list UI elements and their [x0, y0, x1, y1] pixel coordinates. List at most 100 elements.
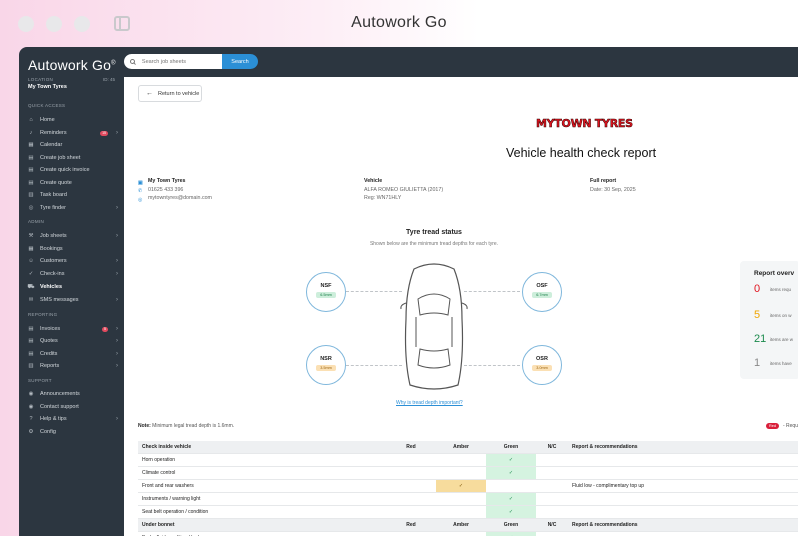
company-name: My Town Tyres [148, 178, 186, 184]
check-label: Seat belt operation / condition [138, 505, 386, 519]
section-heading: Under bonnet [138, 518, 386, 532]
table-row: Seat belt operation / condition ✓ [138, 505, 798, 519]
tread-title: Tyre tread status [406, 229, 462, 236]
globe-icon: ◎ [138, 196, 143, 203]
status-cell [436, 453, 486, 467]
sidebar-item-create-quote[interactable]: ▤ Create quote [28, 178, 118, 188]
chevron-right-icon: › [116, 205, 118, 211]
sidebar-item-label: Home [40, 117, 55, 123]
sidebar-item-invoices[interactable]: ▤ Invoices 5 › [28, 324, 118, 334]
sidebar-item-create-quick-invoice[interactable]: ▤ Create quick invoice [28, 165, 118, 175]
column-header: N/C [536, 518, 568, 532]
sidebar-item-home[interactable]: ⌂ Home [28, 115, 118, 125]
company-phone: 01625 433 396 [148, 186, 184, 193]
return-to-vehicle-button[interactable]: ← Return to vehicle [138, 85, 202, 102]
sidebar-item-contact-support[interactable]: ◉ Contact support [28, 402, 118, 412]
table-row: Climate control ✓ [138, 466, 798, 480]
tyre-osr[interactable]: OSR 3.0mm [522, 345, 562, 385]
sidebar-item-label: Vehicles [40, 284, 63, 290]
sidebar-item-reminders[interactable]: ♪ Reminders 15 › [28, 128, 118, 138]
search-input[interactable] [139, 57, 222, 66]
sidebar-item-label: Contact support [40, 404, 79, 410]
tyre-depth: 3.5mm [316, 365, 336, 371]
sidebar-item-config[interactable]: ⚙ Config [28, 427, 118, 437]
users-icon: ☺ [28, 258, 34, 264]
sidebar-item-job-sheets[interactable]: ⚒ Job sheets › [28, 231, 118, 241]
sidebar-item-reports[interactable]: ▥ Reports › [28, 361, 118, 371]
chevron-right-icon: › [116, 130, 118, 136]
tyre-osf[interactable]: OSF 6.7mm [522, 272, 562, 312]
sidebar-item-sms-messages[interactable]: ✉ SMS messages › [28, 295, 118, 305]
chevron-right-icon: › [116, 271, 118, 277]
status-cell [386, 505, 436, 519]
search-icon: ◎ [28, 205, 34, 211]
report-info: Full report Date: 30 Sep, 2025 [590, 177, 636, 194]
check-label: Climate control [138, 466, 386, 480]
recommendation-text [568, 492, 798, 506]
column-header: Report & recommendations [568, 441, 798, 454]
sidebar-item-create-job-sheet[interactable]: ▤ Create job sheet [28, 153, 118, 163]
overview-row: 1 items have [754, 357, 792, 369]
sidebar-item-bookings[interactable]: ▦ Bookings [28, 244, 118, 254]
dash-line [346, 365, 402, 366]
company-email-row: ◎ mytowntyres@domain.com [138, 194, 212, 203]
sidebar-item-check-ins[interactable]: ✓ Check-ins › [28, 269, 118, 279]
status-cell: ✓ [486, 492, 536, 506]
overview-row: 0 items requ [754, 283, 791, 295]
chevron-right-icon: › [116, 326, 118, 332]
vehicle-info: Vehicle ALFA ROMEO GIULIETTA (2017) Reg:… [364, 177, 443, 203]
tyre-nsf[interactable]: NSF 6.5mm [306, 272, 346, 312]
chevron-right-icon: › [116, 338, 118, 344]
sidebar-item-quotes[interactable]: ▤ Quotes › [28, 336, 118, 346]
sidebar-item-label: Customers [40, 258, 67, 264]
bell-icon: ♪ [29, 130, 33, 136]
table-row: Horn operation ✓ [138, 453, 798, 467]
sidebar-item-label: Reminders [40, 130, 67, 136]
sidebar-item-announcements[interactable]: ◉ Announcements [28, 389, 118, 399]
support-icon: ◉ [28, 404, 34, 410]
sidebar-item-label: Task board [40, 192, 67, 198]
quote-icon: ▤ [28, 338, 34, 344]
tread-info-link[interactable]: Why is tread depth important? [396, 400, 463, 406]
table-row: Instruments / warning light ✓ [138, 492, 798, 506]
tyre-nsr[interactable]: NSR 3.5mm [306, 345, 346, 385]
status-cell [536, 453, 568, 467]
sidebar-item-calendar[interactable]: ▦ Calendar [28, 140, 118, 150]
calendar-icon: ▦ [28, 142, 34, 148]
sidebar-item-label: Calendar [40, 142, 63, 148]
sidebar-item-label: Create quote [40, 180, 72, 186]
status-cell: ✓ [436, 479, 486, 493]
sidebar-item-help-tips[interactable]: ? Help & tips › [28, 414, 118, 424]
help-icon: ? [29, 416, 33, 422]
calendar-icon: ▦ [28, 246, 34, 252]
overview-text: items requ [770, 286, 792, 292]
message-icon: ✉ [28, 297, 34, 303]
table-section-header: Under bonnet Red Amber Green N/C Report & rec… [138, 518, 798, 532]
sidebar-item-label: SMS messages [40, 297, 79, 303]
status-cell [436, 466, 486, 480]
sidebar-item-tyre-finder[interactable]: ◎ Tyre finder › [28, 203, 118, 213]
sidebar-item-label: Bookings [40, 246, 63, 252]
tyre-depth: 3.0mm [532, 365, 552, 371]
check-label: Instruments / warning light [138, 492, 386, 506]
sidebar-item-customers[interactable]: ☺ Customers › [28, 256, 118, 266]
search-icon [130, 59, 135, 64]
sidebar-item-label: Quotes [40, 338, 58, 344]
sidebar-item-label: Config [40, 429, 56, 435]
status-cell [536, 479, 568, 493]
app-window: Autowork Go® LOCATION ID: 45 My Town Tyr… [19, 47, 798, 536]
overview-count: 5 [754, 309, 761, 321]
sidebar-item-task-board[interactable]: ▥ Task board [28, 190, 118, 200]
status-legend: Red - Requ [766, 423, 798, 429]
location-name[interactable]: My Town Tyres [28, 84, 67, 90]
sidebar-item-vehicles[interactable]: ⛟ Vehicles [28, 282, 118, 292]
search-button[interactable]: Search [222, 54, 258, 69]
phone-icon: ✆ [138, 188, 143, 195]
company-info: ▣ My Town Tyres ✆ 01625 433 396 ◎ mytowntyr… [138, 177, 212, 203]
recommendation-text [568, 466, 798, 480]
window-title: Autowork Go [351, 14, 447, 31]
chevron-right-icon: › [116, 258, 118, 264]
column-header: Red [386, 518, 436, 532]
sidebar-item-credits[interactable]: ▤ Credits › [28, 349, 118, 359]
wrench-icon: ⚒ [28, 233, 34, 239]
